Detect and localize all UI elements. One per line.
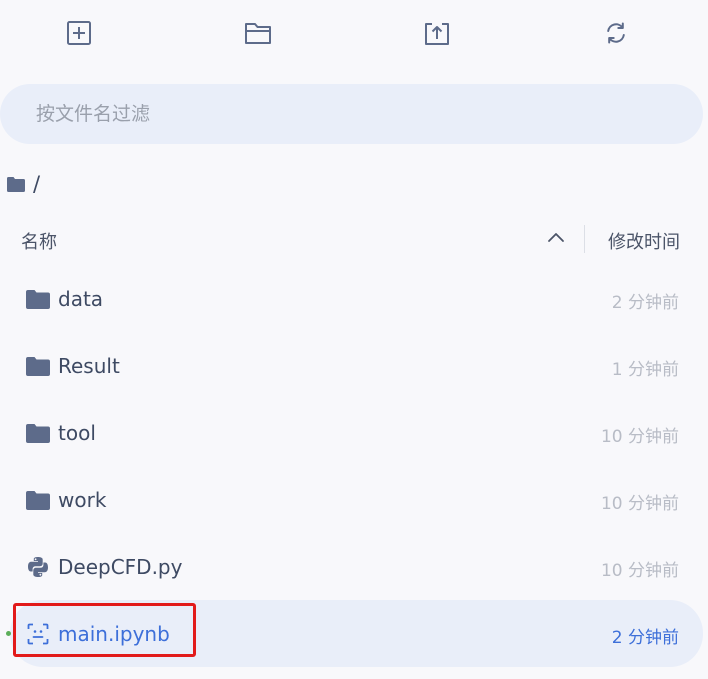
running-indicator [6, 631, 11, 636]
breadcrumb-path[interactable]: / [33, 172, 40, 196]
file-row-work[interactable]: work 10 分钟前 [10, 466, 703, 533]
chevron-up-icon[interactable] [547, 230, 565, 244]
folder-icon [26, 490, 50, 510]
file-list-header: 名称 修改时间 [0, 220, 708, 260]
modified-column-header[interactable]: 修改时间 [608, 228, 680, 254]
file-list: data 2 分钟前 Result 1 分钟前 tool 10 分钟前 work… [0, 265, 708, 667]
filter-search-input[interactable] [34, 102, 638, 126]
upload-icon [425, 23, 449, 45]
new-file-button[interactable] [64, 18, 94, 48]
breadcrumb[interactable]: / [7, 172, 40, 196]
file-modified-time: 1 分钟前 [611, 360, 679, 380]
file-row-tool[interactable]: tool 10 分钟前 [10, 399, 703, 466]
plus-square-icon [67, 21, 91, 45]
name-column-header[interactable]: 名称 [21, 228, 57, 254]
file-modified-time: 10 分钟前 [600, 561, 679, 581]
refresh-icon [607, 22, 625, 44]
file-modified-time: 2 分钟前 [611, 628, 679, 648]
notebook-icon [27, 623, 49, 645]
file-name: work [58, 488, 107, 512]
file-name: data [58, 287, 104, 311]
file-row-result[interactable]: Result 1 分钟前 [10, 332, 703, 399]
folder-icon [26, 423, 50, 443]
refresh-button[interactable] [601, 18, 631, 48]
toolbar [0, 0, 708, 70]
file-modified-time: 2 分钟前 [611, 293, 679, 313]
file-row-data[interactable]: data 2 分钟前 [10, 265, 703, 332]
file-modified-time: 10 分钟前 [600, 427, 679, 447]
column-divider [584, 225, 585, 253]
folder-icon [245, 23, 271, 44]
file-name: Result [58, 354, 120, 378]
folder-icon [7, 176, 25, 192]
file-name: main.ipynb [58, 622, 170, 646]
python-icon [28, 557, 48, 577]
folder-icon [26, 356, 50, 376]
file-browser: / 名称 修改时间 data 2 分钟前 Result 1 [0, 0, 708, 679]
file-name: tool [58, 421, 96, 445]
filter-search-box [0, 84, 703, 144]
file-name: DeepCFD.py [58, 555, 183, 579]
file-modified-time: 10 分钟前 [600, 494, 679, 514]
folder-icon [26, 289, 50, 309]
upload-button[interactable] [422, 18, 452, 48]
file-row-deepcfd-py[interactable]: DeepCFD.py 10 分钟前 [10, 533, 703, 600]
file-row-main-ipynb[interactable]: main.ipynb 2 分钟前 [6, 600, 703, 667]
new-folder-button[interactable] [243, 18, 273, 48]
